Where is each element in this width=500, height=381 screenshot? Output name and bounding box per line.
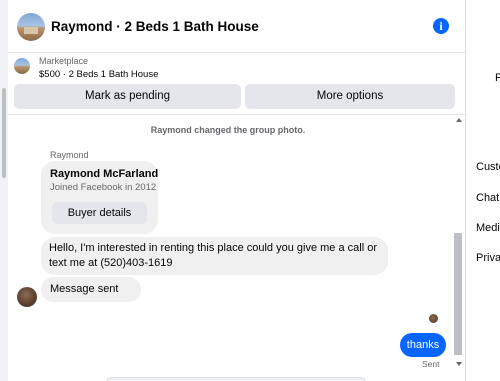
read-receipt-avatar — [429, 314, 438, 323]
left-panel-edge — [0, 0, 8, 381]
sidebar-item-privacy[interactable]: Priva — [476, 252, 500, 264]
sidebar-item-chat[interactable]: Chat — [476, 192, 499, 204]
incoming-message[interactable]: Message sent — [41, 277, 141, 302]
outgoing-message[interactable]: thanks — [400, 333, 446, 357]
more-options-button[interactable]: More options — [245, 84, 455, 109]
divider — [8, 114, 465, 115]
marketplace-label: Marketplace — [39, 56, 89, 66]
sender-avatar[interactable] — [17, 287, 37, 307]
listing-title[interactable]: $500 · 2 Beds 1 Bath House — [39, 69, 158, 80]
scroll-down-arrow-icon[interactable] — [456, 362, 462, 366]
scroll-up-arrow-icon[interactable] — [456, 118, 462, 122]
right-sidebar: F Custo Chat Medi Priva — [466, 0, 500, 381]
message-status: Sent — [422, 359, 440, 369]
chat-header: Raymond · 2 Beds 1 Bath House i — [8, 0, 465, 53]
listing-thumbnail[interactable] — [14, 58, 30, 74]
group-avatar[interactable] — [17, 13, 45, 41]
sender-name: Raymond — [50, 150, 89, 160]
left-scrollbar-thumb[interactable] — [2, 88, 6, 178]
conversation-title[interactable]: Raymond · 2 Beds 1 Bath House — [51, 19, 259, 34]
buyer-details-button[interactable]: Buyer details — [52, 202, 147, 224]
messenger-page: Raymond · 2 Beds 1 Bath House i Marketpl… — [0, 0, 500, 381]
profile-name[interactable]: Raymond McFarland — [50, 168, 158, 180]
profile-joined: Joined Facebook in 2012 — [50, 182, 157, 193]
info-icon[interactable]: i — [433, 18, 449, 34]
sidebar-item-customize[interactable]: Custo — [476, 161, 500, 173]
message-input[interactable] — [106, 377, 366, 381]
profile-card: Raymond McFarland Joined Facebook in 201… — [41, 161, 158, 234]
system-message: Raymond changed the group photo. — [150, 125, 306, 135]
sidebar-item-media[interactable]: Medi — [476, 222, 500, 234]
sidebar-heading: F — [495, 72, 500, 84]
chat-scrollbar-thumb[interactable] — [454, 233, 462, 355]
incoming-message[interactable]: Hello, I'm interested in renting this pl… — [41, 237, 388, 275]
mark-as-pending-button[interactable]: Mark as pending — [14, 84, 241, 109]
chat-panel: Raymond · 2 Beds 1 Bath House i Marketpl… — [8, 0, 466, 381]
